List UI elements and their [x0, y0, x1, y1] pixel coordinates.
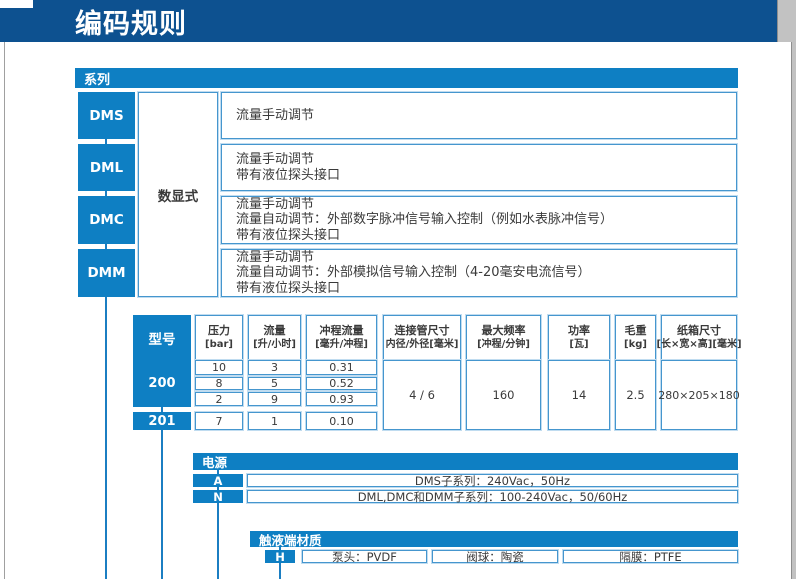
spec-merged-pipe-size: 4 / 6 [383, 360, 461, 430]
col-unit: [长×宽×高][毫米] [656, 338, 741, 351]
page-header: 编码规则 [0, 0, 777, 42]
col-unit: 内径/外径[毫米] [386, 338, 459, 351]
spec-cell: 0.93 [306, 392, 377, 406]
series-code-dms: DMS [78, 92, 135, 139]
spec-col-stroke-flow: 冲程流量 [毫升/冲程] [306, 315, 377, 360]
col-unit: [冲程/分钟] [477, 338, 530, 351]
desc-line: 带有液位探头接口 [236, 168, 340, 184]
col-unit: [kg] [624, 338, 647, 351]
page-gutter-top [777, 0, 796, 42]
power-code-n: N [193, 490, 243, 503]
spec-cell: 7 [195, 412, 243, 430]
spec-cell: 10 [195, 360, 243, 375]
col-title: 最大频率 [482, 324, 526, 338]
series-desc-dmc: 流量手动调节 流量自动调节：外部数字脉冲信号输入控制（例如水表脉冲信号） 带有液… [221, 196, 737, 244]
spec-col-max-frequency: 最大频率 [冲程/分钟] [466, 315, 541, 360]
series-code-dml: DML [78, 144, 135, 191]
desc-line: 流量手动调节 [236, 152, 314, 168]
spec-col-power: 功率 [瓦] [548, 315, 610, 360]
material-section-label: 触液端材质 [259, 530, 322, 549]
col-title: 功率 [568, 324, 590, 338]
document-page: 编码规则 系列 DMS DML DMC DMM 数显式 流量手动调节 流量手动调… [0, 0, 796, 579]
col-unit: [升/小时] [253, 338, 296, 351]
col-title: 冲程流量 [320, 324, 364, 338]
desc-line: 带有液位探头接口 [236, 228, 340, 244]
desc-line: 带有液位探头接口 [236, 281, 340, 297]
desc-line: 流量手动调节 [236, 108, 314, 124]
power-desc-n: DML,DMC和DMM子系列：100-240Vac，50/60Hz [247, 490, 738, 503]
spec-cell: 0.10 [306, 412, 377, 430]
page-gutter-right [791, 42, 796, 579]
series-desc-dms: 流量手动调节 [221, 92, 737, 139]
connector-line [105, 297, 107, 579]
spec-cell: 9 [248, 392, 301, 406]
spec-cell: 3 [248, 360, 301, 375]
page-corner [0, 0, 33, 8]
spec-cell: 0.31 [306, 360, 377, 375]
spec-model-201: 201 [133, 412, 191, 430]
col-unit: [毫升/冲程] [315, 338, 368, 351]
spec-col-carton-size: 纸箱尺寸 [长×宽×高][毫米] [661, 315, 737, 360]
connector-line [217, 487, 219, 490]
desc-line: 流量手动调节 [236, 197, 314, 213]
spec-cell: 5 [248, 377, 301, 390]
series-desc-dmm: 流量手动调节 流量自动调节：外部模拟信号输入控制（4-20毫安电流信号） 带有液… [221, 249, 737, 297]
series-desc-dml: 流量手动调节 带有液位探头接口 [221, 144, 737, 191]
spec-cell: 0.52 [306, 377, 377, 390]
spec-col-gross-weight: 毛重 [kg] [615, 315, 656, 360]
connector-line [161, 430, 163, 579]
connector-line [105, 191, 107, 196]
connector-line [161, 407, 163, 412]
col-title: 毛重 [625, 324, 647, 338]
connector-line [279, 547, 281, 550]
col-unit: [bar] [205, 338, 233, 351]
spec-merged-carton-size: 280×205×180 [661, 360, 737, 430]
spec-merged-power: 14 [548, 360, 610, 430]
spec-cell: 8 [195, 377, 243, 390]
spec-cell: 2 [195, 392, 243, 406]
spec-cell: 1 [248, 412, 301, 430]
series-code-dmc: DMC [78, 196, 135, 244]
power-section-label: 电源 [202, 452, 227, 471]
spec-model-200: 200 [133, 360, 191, 407]
material-code-h: H [265, 550, 295, 563]
col-title: 连接管尺寸 [395, 324, 450, 338]
spec-merged-gross-weight: 2.5 [615, 360, 656, 430]
connector-line [105, 244, 107, 249]
series-section-label: 系列 [84, 69, 110, 88]
desc-line: 流量自动调节：外部数字脉冲信号输入控制（例如水表脉冲信号） [236, 212, 613, 228]
spec-col-pressure: 压力 [bar] [195, 315, 243, 360]
series-section-bar: 系列 [75, 68, 738, 88]
col-title: 压力 [208, 324, 230, 338]
page-edge-left [4, 42, 5, 579]
power-code-a: A [193, 474, 243, 487]
desc-line: 流量手动调节 [236, 250, 314, 266]
col-unit: [瓦] [569, 338, 588, 351]
spec-merged-max-frequency: 160 [466, 360, 541, 430]
spec-col-pipe-size: 连接管尺寸 内径/外径[毫米] [383, 315, 461, 360]
desc-line: 流量自动调节：外部模拟信号输入控制（4-20毫安电流信号） [236, 265, 591, 281]
connector-line [217, 470, 219, 474]
material-part-pump-head: 泵头：PVDF [302, 550, 427, 563]
connector-line [279, 563, 281, 579]
col-title: 流量 [264, 324, 286, 338]
power-section-bar: 电源 [193, 453, 738, 470]
series-code-dmm: DMM [78, 249, 135, 297]
power-desc-a: DMS子系列：240Vac，50Hz [247, 474, 738, 487]
material-part-diaphragm: 隔膜：PTFE [563, 550, 738, 563]
connector-line [217, 503, 219, 579]
series-group-box: 数显式 [138, 92, 218, 297]
spec-model-header: 型号 [133, 315, 191, 360]
col-title: 纸箱尺寸 [677, 324, 721, 338]
material-part-valve-ball: 阀球：陶瓷 [432, 550, 558, 563]
spec-col-flow: 流量 [升/小时] [248, 315, 301, 360]
connector-line [105, 139, 107, 144]
material-section-bar: 触液端材质 [250, 531, 738, 547]
